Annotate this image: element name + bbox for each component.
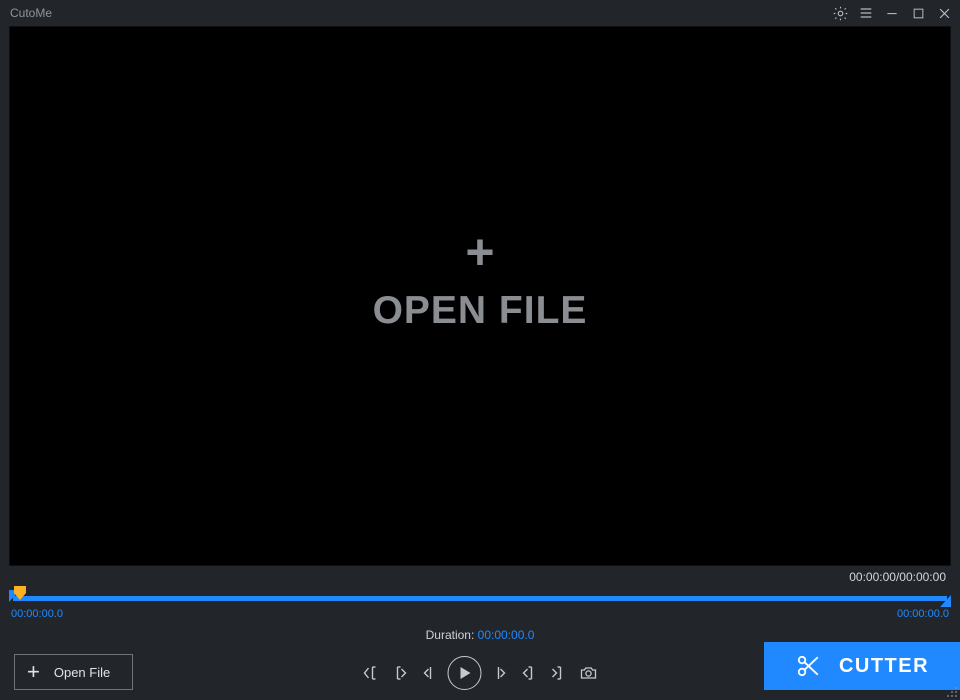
player-controls xyxy=(363,656,598,690)
menu-icon[interactable] xyxy=(856,3,876,23)
app-window: CutoMe xyxy=(0,0,960,700)
timeline-end-handle[interactable] xyxy=(940,595,951,607)
timeline-track[interactable] xyxy=(13,596,947,601)
duration-display: Duration: 00:00:00.0 xyxy=(0,628,960,642)
play-button[interactable] xyxy=(448,656,482,690)
camera-icon[interactable] xyxy=(580,666,598,680)
open-file-label: OPEN FILE xyxy=(373,289,588,333)
bottom-right: CUTTER xyxy=(764,642,960,690)
close-button[interactable] xyxy=(934,3,954,23)
duration-label: Duration: xyxy=(426,628,478,642)
plus-icon: + xyxy=(373,237,588,267)
titlebar-actions xyxy=(830,3,954,23)
resize-grip[interactable] xyxy=(946,686,958,698)
gear-icon[interactable] xyxy=(830,3,850,23)
open-file-dropzone[interactable]: + OPEN FILE xyxy=(373,237,588,333)
app-title: CutoMe xyxy=(10,6,52,20)
duration-value: 00:00:00.0 xyxy=(478,628,535,642)
cutter-button[interactable]: CUTTER xyxy=(764,642,960,690)
timeline-container: 00:00:00.0 00:00:00.0 xyxy=(0,590,960,620)
open-file-button[interactable]: + Open File xyxy=(14,654,133,690)
time-current: 00:00:00 xyxy=(849,570,896,584)
prev-frame-icon[interactable] xyxy=(363,666,379,680)
cutter-button-label: CUTTER xyxy=(839,655,929,678)
plus-icon: + xyxy=(27,661,40,683)
minimize-button[interactable] xyxy=(882,3,902,23)
maximize-button[interactable] xyxy=(908,3,928,23)
timeline-playhead[interactable] xyxy=(14,586,26,600)
titlebar: CutoMe xyxy=(0,0,960,26)
mark-in-icon[interactable] xyxy=(423,666,433,680)
time-total: 00:00:00 xyxy=(899,570,946,584)
scissors-icon xyxy=(795,653,821,679)
mark-out-icon[interactable] xyxy=(497,666,507,680)
timeline-end-time[interactable]: 00:00:00.0 xyxy=(897,608,949,620)
time-display: 00:00:00 / 00:00:00 xyxy=(0,566,960,588)
bottom-bar: Duration: 00:00:00.0 + Open File xyxy=(0,620,960,700)
video-container: + OPEN FILE xyxy=(0,26,960,566)
timeline-start-time[interactable]: 00:00:00.0 xyxy=(11,608,63,620)
timeline-times: 00:00:00.0 00:00:00.0 xyxy=(9,608,951,620)
end-bracket-icon[interactable] xyxy=(551,666,565,680)
start-bracket-icon[interactable] xyxy=(394,666,408,680)
video-preview: + OPEN FILE xyxy=(9,26,951,566)
timeline[interactable] xyxy=(9,590,951,608)
end-bracket-in-icon[interactable] xyxy=(522,666,536,680)
open-file-button-label: Open File xyxy=(54,665,110,680)
